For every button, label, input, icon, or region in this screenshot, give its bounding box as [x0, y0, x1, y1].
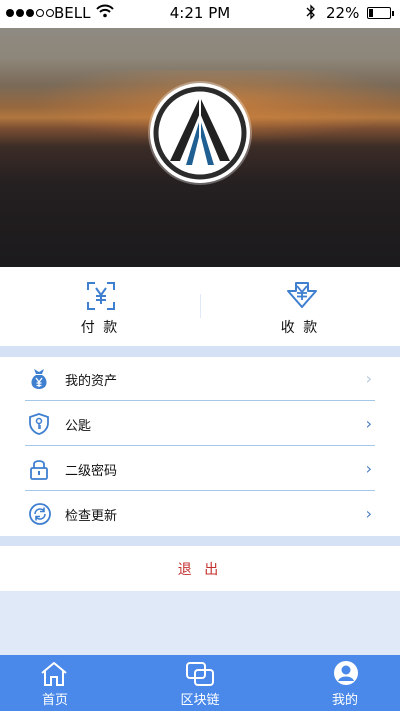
chevron-right-icon: › — [365, 369, 372, 388]
menu-label-secondary-password: 二级密码 — [65, 464, 118, 479]
menu-label-public-key: 公匙 — [65, 419, 92, 434]
menu-item-check-update[interactable]: 检查更新 › — [0, 492, 400, 536]
tab-blockchain[interactable]: 区块链 — [145, 655, 255, 711]
status-bar: BELL 4:21 PM 22% — [0, 0, 400, 28]
logout-button[interactable]: 退 出 — [0, 546, 400, 591]
logout-label: 退 出 — [177, 562, 223, 578]
receive-label: 收 款 — [280, 320, 320, 336]
shield-key-icon — [28, 412, 50, 440]
chevron-right-icon: › — [365, 459, 372, 478]
scan-yen-icon — [86, 281, 116, 315]
home-icon — [40, 660, 68, 692]
padlock-icon — [28, 457, 50, 485]
menu-item-secondary-password[interactable]: 二级密码 › — [0, 447, 400, 491]
pay-button[interactable]: 付 款 — [0, 267, 200, 346]
tab-home[interactable]: 首页 — [0, 655, 110, 711]
refresh-icon — [28, 502, 52, 530]
tab-bar: 首页 区块链 我的 — [0, 655, 400, 711]
payment-actions: 付 款 收 款 — [0, 267, 400, 346]
user-icon — [333, 660, 359, 690]
app-logo-icon — [150, 83, 250, 183]
menu-label-assets: 我的资产 — [65, 374, 118, 389]
section-spacer — [0, 346, 400, 357]
tab-label-home: 首页 — [41, 693, 68, 708]
chevron-right-icon: › — [365, 414, 372, 433]
settings-menu: 我的资产 › 公匙 › 二级密码 › 检查更新 › — [0, 357, 400, 536]
money-bag-icon — [28, 367, 50, 395]
bluetooth-icon — [306, 4, 316, 24]
menu-item-assets[interactable]: 我的资产 › — [0, 357, 400, 401]
chevron-right-icon: › — [365, 504, 372, 523]
tab-label-mine: 我的 — [331, 693, 358, 708]
tab-label-blockchain: 区块链 — [180, 693, 220, 708]
tab-mine[interactable]: 我的 — [290, 655, 400, 711]
pay-label: 付 款 — [80, 320, 120, 336]
section-spacer — [0, 536, 400, 546]
menu-item-public-key[interactable]: 公匙 › — [0, 402, 400, 446]
menu-label-check-update: 检查更新 — [65, 509, 118, 524]
download-yen-icon — [286, 281, 318, 315]
battery-icon — [367, 7, 394, 19]
battery-percent: 22% — [326, 4, 360, 22]
blockchain-icon — [185, 660, 215, 692]
receive-button[interactable]: 收 款 — [200, 267, 400, 346]
